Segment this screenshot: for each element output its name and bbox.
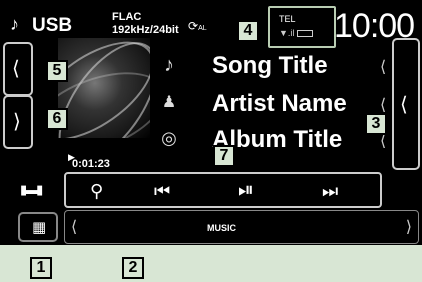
tab-next-icon[interactable]: ⟩ bbox=[406, 217, 412, 237]
skip-previous-icon[interactable]: ⏮ bbox=[154, 181, 170, 202]
equalizer-icon[interactable]: ▮▬▮ bbox=[20, 182, 43, 198]
grid-icon: ▦ bbox=[32, 219, 47, 236]
menu-grid-button[interactable]: ▦ bbox=[18, 212, 58, 242]
album-disc-icon: ◎ bbox=[161, 128, 177, 148]
artist-name: Artist Name bbox=[212, 90, 347, 117]
callout-1: 1 bbox=[30, 257, 52, 279]
callout-2: 2 bbox=[122, 257, 144, 279]
previous-folder-button[interactable]: ⟨ bbox=[3, 42, 33, 96]
chevron-left-icon: ⟨ bbox=[400, 94, 408, 116]
callout-5: 5 bbox=[46, 60, 68, 82]
source-label: USB bbox=[32, 15, 73, 36]
repeat-label: AL bbox=[198, 25, 207, 32]
tel-label: TEL bbox=[279, 14, 296, 24]
audio-format: FLAC 192kHz/24bit bbox=[112, 11, 179, 37]
callout-4: 4 bbox=[237, 20, 259, 42]
skip-next-icon[interactable]: ⏭ bbox=[322, 181, 338, 202]
note-icon: ♪ bbox=[10, 14, 19, 34]
elapsed-time: 0:01:23 bbox=[72, 158, 110, 170]
side-panel-button[interactable]: ⟨ bbox=[392, 38, 420, 170]
song-title: Song Title bbox=[212, 52, 328, 79]
callout-3: 3 bbox=[365, 113, 387, 135]
artist-scroll-icon[interactable]: ⟨ bbox=[380, 95, 386, 115]
format-codec: FLAC bbox=[112, 11, 142, 23]
next-folder-button[interactable]: ⟩ bbox=[3, 95, 33, 149]
tab-label: MUSIC bbox=[207, 223, 236, 233]
album-artwork[interactable] bbox=[58, 38, 150, 138]
song-note-icon: ♪ bbox=[164, 54, 174, 76]
format-sample-rate: 192kHz/24bit bbox=[112, 24, 179, 36]
playback-controls: ⚲ ⏮ ⏯ ⏭ bbox=[64, 172, 382, 208]
function-tab-bar[interactable]: ⟨ MUSIC ⟩ bbox=[64, 210, 419, 244]
search-icon[interactable]: ⚲ bbox=[90, 181, 103, 202]
song-scroll-icon[interactable]: ⟨ bbox=[380, 57, 386, 77]
chevron-right-icon: ⟩ bbox=[13, 111, 21, 133]
callout-7: 7 bbox=[213, 145, 235, 167]
chevron-left-icon: ⟨ bbox=[12, 58, 20, 80]
signal-icon: ▼.il bbox=[279, 28, 295, 38]
repeat-icon[interactable]: ⟳AL bbox=[188, 19, 207, 33]
phone-status[interactable]: TEL ▼.il bbox=[268, 6, 336, 48]
battery-icon bbox=[297, 30, 313, 37]
artist-icon: ♟ bbox=[161, 94, 177, 111]
tab-prev-icon[interactable]: ⟨ bbox=[71, 217, 77, 237]
play-pause-icon[interactable]: ⏯ bbox=[238, 179, 254, 202]
callout-6: 6 bbox=[46, 108, 68, 130]
